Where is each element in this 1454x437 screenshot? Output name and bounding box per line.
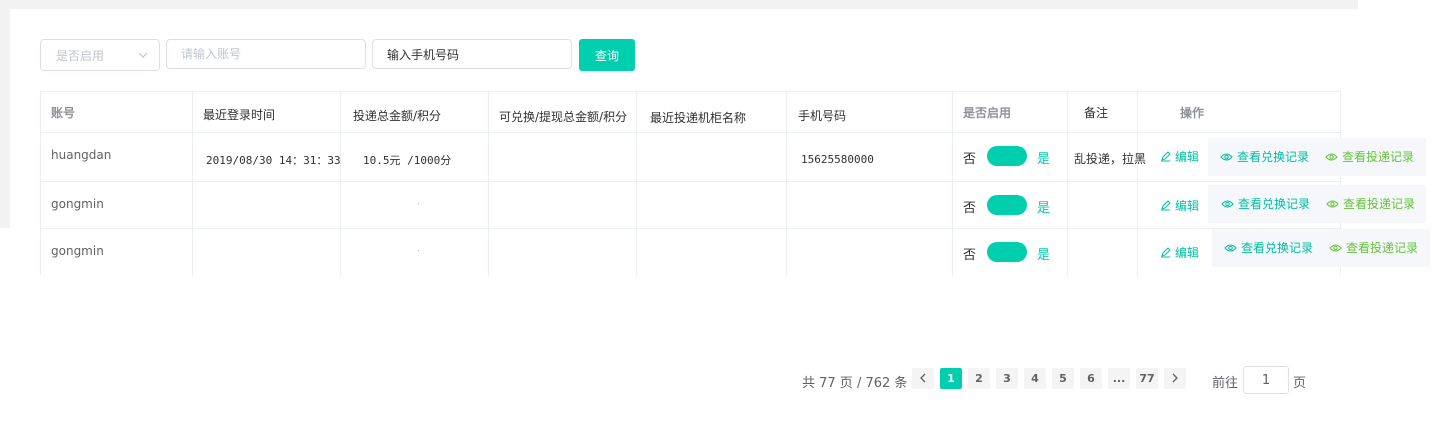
row-account: gongmin bbox=[51, 244, 104, 258]
query-button[interactable]: 查询 bbox=[579, 39, 635, 71]
edit-icon bbox=[1161, 200, 1171, 211]
eye-icon bbox=[1224, 244, 1237, 251]
header-exchangeable: 可兑换/提现总金额/积分 bbox=[499, 110, 628, 124]
phone-search-input[interactable] bbox=[372, 39, 572, 69]
page-ellipsis[interactable]: ... bbox=[1108, 368, 1130, 389]
view-delivery-label: 查看投递记录 bbox=[1346, 241, 1419, 255]
edit-link[interactable]: 编辑 bbox=[1160, 244, 1199, 261]
eye-icon bbox=[1329, 244, 1342, 251]
row-last-login: 2019/08/30 14：31：33 bbox=[206, 154, 341, 167]
page-button-5[interactable]: 5 bbox=[1052, 368, 1074, 389]
header-remark: 备注 bbox=[1084, 106, 1109, 120]
eye-icon bbox=[1326, 200, 1339, 207]
goto-prefix: 前往 bbox=[1212, 376, 1239, 391]
next-page-button[interactable] bbox=[1164, 368, 1186, 389]
header-last-login: 最近登录时间 bbox=[203, 108, 276, 122]
view-delivery-link[interactable]: 查看投递记录 bbox=[1325, 148, 1414, 165]
header-cabinet: 最近投递机柜名称 bbox=[650, 111, 747, 125]
enabled-select[interactable]: 是否启用 bbox=[40, 39, 160, 71]
page-button-1[interactable]: 1 bbox=[940, 368, 962, 389]
view-exchange-link[interactable]: 查看兑换记录 bbox=[1224, 239, 1313, 256]
chevron-down-icon bbox=[138, 52, 148, 58]
row-account: gongmin bbox=[51, 197, 104, 211]
header-enabled: 是否启用 bbox=[963, 106, 1012, 120]
switch-knob bbox=[1009, 148, 1025, 164]
view-exchange-link[interactable]: 查看兑换记录 bbox=[1221, 195, 1310, 212]
column-divider bbox=[1137, 92, 1138, 276]
edit-label: 编辑 bbox=[1175, 150, 1200, 164]
switch-knob bbox=[1009, 244, 1025, 260]
header-total-amount: 投递总金额/积分 bbox=[353, 109, 442, 123]
column-divider bbox=[1067, 92, 1068, 276]
page-button-77[interactable]: 77 bbox=[1136, 368, 1158, 389]
page-button-3[interactable]: 3 bbox=[996, 368, 1018, 389]
page-button-4[interactable]: 4 bbox=[1024, 368, 1046, 389]
header-phone: 手机号码 bbox=[798, 109, 847, 123]
edit-icon bbox=[1161, 151, 1171, 162]
header-actions: 操作 bbox=[1180, 106, 1205, 120]
header-account: 账号 bbox=[51, 106, 76, 120]
eye-icon bbox=[1220, 153, 1233, 160]
column-divider bbox=[488, 92, 489, 276]
enabled-switch[interactable] bbox=[987, 195, 1027, 215]
view-delivery-label: 查看投递记录 bbox=[1342, 150, 1415, 164]
view-exchange-label: 查看兑换记录 bbox=[1241, 241, 1314, 255]
column-divider bbox=[636, 92, 637, 276]
enabled-select-value: 是否启用 bbox=[56, 49, 105, 63]
edit-icon bbox=[1161, 247, 1171, 258]
view-exchange-link[interactable]: 查看兑换记录 bbox=[1220, 148, 1309, 165]
column-divider bbox=[192, 92, 193, 276]
toggle-on-label: 是 bbox=[1037, 152, 1051, 167]
toggle-on-label: 是 bbox=[1037, 248, 1051, 263]
eye-icon bbox=[1221, 200, 1234, 207]
column-divider bbox=[952, 92, 953, 276]
view-exchange-label: 查看兑换记录 bbox=[1238, 197, 1311, 211]
row-divider bbox=[41, 228, 1342, 229]
column-divider bbox=[340, 92, 341, 276]
toggle-off-label: 否 bbox=[963, 152, 977, 167]
toggle-on-label: 是 bbox=[1037, 201, 1051, 216]
view-delivery-label: 查看投递记录 bbox=[1343, 197, 1416, 211]
enabled-switch[interactable] bbox=[987, 146, 1027, 166]
row-phone: 15625580000 bbox=[801, 153, 874, 166]
toggle-off-label: 否 bbox=[963, 248, 977, 263]
eye-icon bbox=[1325, 153, 1338, 160]
page-button-6[interactable]: 6 bbox=[1080, 368, 1102, 389]
placeholder-dot bbox=[418, 203, 419, 204]
pagination-summary: 共 77 页 / 762 条 bbox=[802, 376, 908, 391]
view-delivery-link[interactable]: 查看投递记录 bbox=[1326, 195, 1415, 212]
chevron-right-icon bbox=[1172, 373, 1178, 383]
row-divider bbox=[41, 132, 1342, 133]
switch-knob bbox=[1009, 197, 1025, 213]
view-delivery-link[interactable]: 查看投递记录 bbox=[1329, 239, 1418, 256]
page-button-2[interactable]: 2 bbox=[968, 368, 990, 389]
row-account: huangdan bbox=[51, 148, 112, 162]
enabled-switch[interactable] bbox=[987, 242, 1027, 262]
prev-page-button[interactable] bbox=[912, 368, 934, 389]
edit-label: 编辑 bbox=[1175, 246, 1200, 260]
chevron-left-icon bbox=[920, 373, 926, 383]
row-divider bbox=[41, 181, 1342, 182]
toggle-off-label: 否 bbox=[963, 201, 977, 216]
goto-suffix: 页 bbox=[1293, 376, 1307, 391]
account-search-input[interactable] bbox=[166, 39, 366, 69]
row-total-amount: 10.5元 /1000分 bbox=[363, 154, 452, 167]
row-remark: 乱投递，拉黑 bbox=[1074, 152, 1147, 166]
edit-label: 编辑 bbox=[1175, 199, 1200, 213]
column-divider bbox=[786, 92, 787, 276]
goto-page-input[interactable] bbox=[1243, 366, 1289, 394]
edit-link[interactable]: 编辑 bbox=[1160, 197, 1199, 214]
edit-link[interactable]: 编辑 bbox=[1160, 148, 1199, 165]
placeholder-dot bbox=[418, 250, 419, 251]
view-exchange-label: 查看兑换记录 bbox=[1237, 150, 1310, 164]
